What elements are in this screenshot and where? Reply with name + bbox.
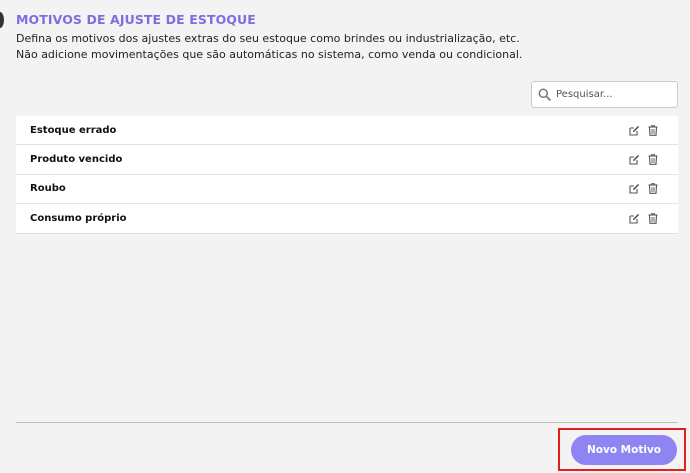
- trash-icon[interactable]: [648, 154, 658, 165]
- page-title: MOTIVOS DE AJUSTE DE ESTOQUE: [16, 12, 256, 27]
- list-item: Produto vencido: [16, 145, 678, 175]
- reason-label: Consumo próprio: [30, 212, 127, 224]
- reasons-list: Estoque errado Produto vencido Roubo Con…: [16, 116, 678, 234]
- reason-label: Produto vencido: [30, 154, 123, 166]
- trash-icon[interactable]: [648, 183, 658, 195]
- edit-icon[interactable]: [629, 213, 640, 224]
- search-input[interactable]: [556, 89, 666, 100]
- list-item: Consumo próprio: [16, 204, 678, 234]
- description-line-1: Defina os motivos dos ajustes extras do …: [16, 32, 520, 45]
- list-item: Estoque errado: [16, 116, 678, 146]
- trash-icon[interactable]: [648, 213, 658, 224]
- description-line-2: Não adicione movimentações que são autom…: [16, 48, 523, 61]
- reason-label: Roubo: [30, 183, 66, 195]
- window-edge-marker: [0, 12, 4, 28]
- edit-icon[interactable]: [629, 154, 640, 165]
- trash-icon[interactable]: [648, 124, 658, 136]
- edit-icon[interactable]: [629, 183, 640, 195]
- list-item: Roubo: [16, 175, 678, 205]
- edit-icon[interactable]: [629, 125, 640, 136]
- page-description: Defina os motivos dos ajustes extras do …: [16, 31, 522, 63]
- footer-divider: [16, 422, 678, 423]
- reason-label: Estoque errado: [30, 124, 117, 136]
- search-box[interactable]: [531, 81, 678, 108]
- new-reason-button[interactable]: Novo Motivo: [571, 435, 677, 465]
- search-icon: [538, 88, 551, 101]
